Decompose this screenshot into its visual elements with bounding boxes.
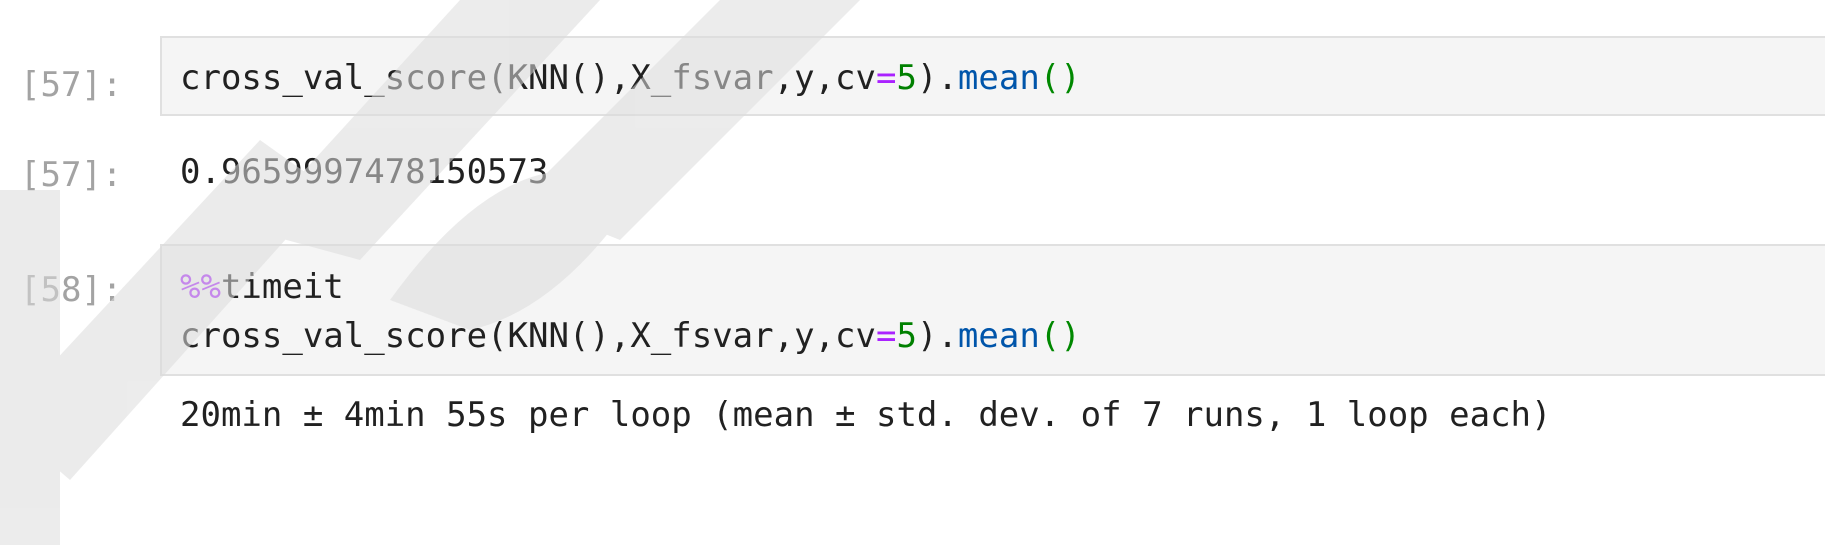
magic-name: timeit (220, 267, 344, 307)
code-num: 5 (896, 316, 917, 356)
code-fn: cross_val_score(KNN(),X_fsvar,y,cv (180, 58, 876, 98)
output-text-57: 0.9659997478150573 (180, 152, 549, 192)
code-parens: () (1039, 316, 1081, 356)
magic-prefix: %% (180, 267, 221, 307)
magic-line-58[interactable]: %%timeit (180, 267, 344, 307)
code-cell-58[interactable] (160, 244, 1825, 376)
code-eq: = (875, 58, 897, 98)
input-prompt-58: [58]: (20, 270, 123, 310)
code-close: ). (916, 316, 958, 356)
code-eq: = (875, 316, 897, 356)
output-prompt-57: [57]: (20, 155, 123, 195)
code-num: 5 (896, 58, 917, 98)
code-parens: () (1039, 58, 1081, 98)
notebook-page: [57]: cross_val_score(KNN(),X_fsvar,y,cv… (0, 0, 1825, 545)
code-close: ). (916, 58, 958, 98)
input-prompt-57: [57]: (20, 65, 123, 105)
code-fn: cross_val_score(KNN(),X_fsvar,y,cv (180, 316, 876, 356)
code-method: mean (957, 316, 1040, 356)
code-line-58[interactable]: cross_val_score(KNN(),X_fsvar,y,cv=5).me… (180, 316, 1081, 356)
code-line-57[interactable]: cross_val_score(KNN(),X_fsvar,y,cv=5).me… (180, 58, 1081, 98)
code-method: mean (957, 58, 1040, 98)
output-text-58: 20min ± 4min 55s per loop (mean ± std. d… (180, 395, 1552, 435)
